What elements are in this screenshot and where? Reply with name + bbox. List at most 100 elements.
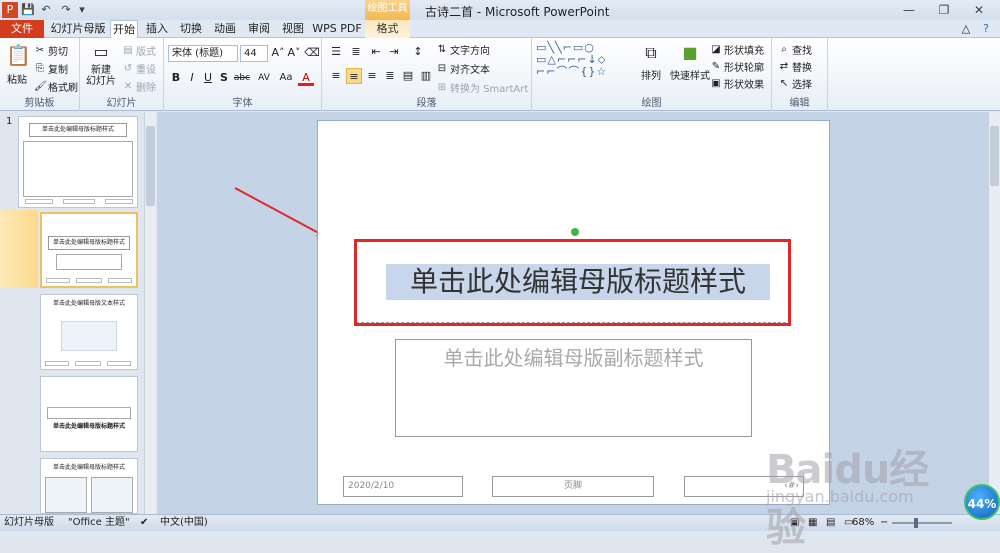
tab-view[interactable]: 视图 (278, 20, 308, 38)
paragraph-group: ☰ ≣ ⇤ ⇥ ↕ ≡ ≡ ≡ ≣ ▤ ▥ ⇅ 文字方向 ⊟ 对齐文本 ⊞ 转换为 S… (322, 38, 532, 111)
shape-fill-button[interactable]: ◪ 形状填充 (710, 42, 764, 58)
select-button[interactable]: ↖ 选择 (778, 76, 812, 92)
date-placeholder[interactable]: 2020/2/10 (343, 476, 463, 497)
tab-review[interactable]: 审阅 (244, 20, 274, 38)
zoom-slider-thumb[interactable] (914, 518, 918, 528)
replace-button[interactable]: ⇄ 替换 (778, 59, 812, 75)
tab-insert[interactable]: 插入 (142, 20, 172, 38)
scroll-thumb[interactable] (990, 126, 999, 186)
thumbnail-footer (45, 361, 69, 366)
thumbnails-scrollbar[interactable] (144, 112, 156, 514)
quick-styles-button[interactable]: ■ 快速样式 (670, 41, 710, 82)
thumbnail-two-content-layout[interactable]: 单击此处编辑母版标题样式 (40, 458, 138, 514)
delete-button[interactable]: ✕ 删除 (122, 79, 156, 95)
shape-outline-button[interactable]: ✎ 形状轮廓 (710, 59, 764, 75)
thumbnail-master[interactable]: 单击此处编辑母版标题样式 (18, 116, 138, 208)
change-case-button[interactable]: Aa (276, 70, 296, 86)
zoom-slider[interactable] (892, 522, 952, 524)
shrink-font-icon[interactable]: A˅ (286, 45, 302, 61)
slide-scrollbar[interactable] (988, 112, 1000, 514)
normal-view-icon[interactable]: ▣ (790, 515, 799, 531)
text-direction-button[interactable]: ⇅ 文字方向 (436, 42, 490, 58)
bullets-icon[interactable]: ☰ (328, 44, 344, 60)
footer-placeholder[interactable]: 页脚 (492, 476, 654, 497)
character-spacing-button[interactable]: AV (254, 70, 274, 86)
slides-group-label: 幻灯片 (106, 98, 137, 109)
cut-button[interactable]: ✂ 剪切 (34, 43, 68, 59)
tab-file[interactable]: 文件 (0, 20, 44, 38)
slide-number-placeholder[interactable]: ‹#› (684, 476, 804, 497)
underline-button[interactable]: U (200, 70, 216, 86)
thumbnail-title: 单击此处编辑母版标题样式 (52, 423, 125, 430)
convert-smartart-button[interactable]: ⊞ 转换为 SmartArt (436, 80, 529, 96)
font-family-select[interactable]: 宋体 (标题) (168, 45, 238, 62)
thumbnail-title-layout[interactable]: 单击此处编辑母版标题样式 (40, 212, 138, 288)
italic-button[interactable]: I (184, 70, 200, 86)
font-size-select[interactable]: 44 (240, 45, 268, 62)
numbering-icon[interactable]: ≣ (348, 44, 364, 60)
shapes-gallery[interactable]: ▭╲╲⌐▭○ ▭△⌐⌐⌐↓⬦ ⌐⌐⌒⌒{}☆ (536, 42, 632, 90)
arrange-button[interactable]: ⧉ 排列 (640, 41, 662, 82)
tab-slide-master[interactable]: 幻灯片母版 (48, 20, 108, 38)
copy-button[interactable]: ⎘ 复制 (34, 61, 68, 77)
align-left-icon[interactable]: ≡ (328, 68, 344, 84)
increase-indent-icon[interactable]: ⇥ (386, 44, 402, 60)
close-icon[interactable]: ✕ (965, 2, 993, 18)
subtitle-text[interactable]: 单击此处编辑母版副标题样式 (396, 342, 751, 371)
shape-effects-button[interactable]: ▣ 形状效果 (710, 76, 764, 92)
sorter-view-icon[interactable]: ▦ (808, 515, 817, 531)
paste-button[interactable]: 📋 粘贴 (6, 41, 31, 86)
help-icon[interactable]: ? (978, 20, 994, 38)
spellcheck-icon[interactable]: ✔ (140, 515, 148, 531)
tab-animations[interactable]: 动画 (210, 20, 240, 38)
strikethrough-button[interactable]: abc (232, 70, 252, 86)
grow-font-icon[interactable]: A˄ (270, 45, 286, 61)
thumbnail-title: 单击此处编辑母版标题样式 (29, 123, 127, 137)
align-right-icon[interactable]: ≡ (364, 68, 380, 84)
save-icon[interactable]: 💾 (20, 2, 36, 18)
justify-icon[interactable]: ≣ (382, 68, 398, 84)
format-painter-button[interactable]: 🖌 格式刷 (34, 79, 78, 95)
tab-transitions[interactable]: 切换 (176, 20, 206, 38)
distributed-icon[interactable]: ▤ (400, 68, 416, 84)
tab-home[interactable]: 开始 (110, 20, 138, 38)
progress-badge[interactable]: 44% (964, 484, 1000, 520)
customize-toolbar-icon[interactable]: ▾ (74, 2, 90, 18)
shadow-button[interactable]: S (216, 70, 232, 86)
minimize-icon[interactable]: — (895, 2, 923, 18)
window-title: 古诗二首 - Microsoft PowerPoint (425, 5, 610, 19)
language-indicator: 中文(中国) (160, 517, 208, 528)
selection-highlight (0, 210, 38, 288)
copy-icon: ⎘ (36, 62, 44, 74)
align-center-icon[interactable]: ≡ (346, 68, 362, 84)
redo-icon[interactable]: ↷ (58, 2, 74, 18)
subtitle-placeholder[interactable]: 单击此处编辑母版副标题样式 (395, 339, 752, 437)
undo-icon[interactable]: ↶ (38, 2, 54, 18)
restore-icon[interactable]: ❐ (930, 2, 958, 18)
reading-view-icon[interactable]: ▤ (826, 515, 835, 531)
align-text-button[interactable]: ⊟ 对齐文本 (436, 61, 490, 77)
ribbon-collapse-icon[interactable]: △ (958, 20, 974, 38)
line-spacing-icon[interactable]: ↕ (410, 44, 426, 60)
zoom-level[interactable]: 68% (852, 515, 874, 531)
rotation-handle[interactable] (571, 228, 579, 236)
new-slide-button[interactable]: ▭ 新建 幻灯片 (86, 41, 116, 87)
decrease-indent-icon[interactable]: ⇤ (368, 44, 384, 60)
thumbnail-content-layout[interactable]: 单击此处编辑母版文本样式 (40, 294, 138, 370)
columns-icon[interactable]: ▥ (418, 68, 434, 84)
tab-format[interactable]: 格式 (365, 20, 410, 38)
reset-button[interactable]: ↺ 重设 (122, 61, 156, 77)
clear-formatting-icon[interactable]: ⌫ (304, 45, 320, 61)
font-color-button[interactable]: A (298, 70, 314, 86)
find-button[interactable]: ⌕ 查找 (778, 42, 812, 58)
layout-button[interactable]: ▤ 版式 (122, 43, 156, 59)
clipboard-group-label: 剪贴板 (24, 98, 55, 109)
scroll-thumb[interactable] (146, 126, 155, 206)
thumbnail-section-layout[interactable]: 单击此处编辑母版标题样式 (40, 376, 138, 452)
highlight-box (354, 239, 791, 326)
tab-wps-pdf[interactable]: WPS PDF (312, 20, 362, 38)
thumbnail-footer (105, 199, 133, 204)
bold-button[interactable]: B (168, 70, 184, 86)
thumbnail-number: 1 (6, 116, 13, 127)
zoom-out-icon[interactable]: − (880, 515, 888, 531)
